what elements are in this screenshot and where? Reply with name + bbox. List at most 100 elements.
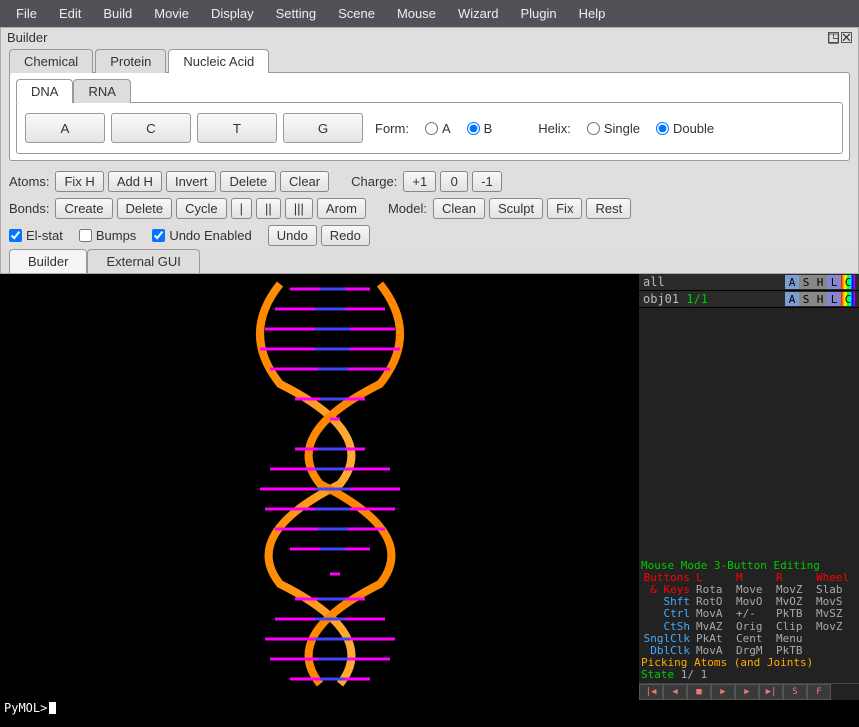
- menu-display[interactable]: Display: [201, 4, 264, 23]
- prompt: PyMOL>: [4, 701, 47, 715]
- menu-scene[interactable]: Scene: [328, 4, 385, 23]
- model-clean-button[interactable]: Clean: [433, 198, 485, 219]
- detach-icon[interactable]: ◳: [828, 32, 839, 43]
- charge-0-button[interactable]: 0: [440, 171, 468, 192]
- checks-row: El-stat Bumps Undo Enabled UndoRedo: [1, 222, 858, 249]
- side-panel: allASHLCobj01 1/1ASHLC Mouse Mode 3-Butt…: [639, 274, 859, 700]
- play-▶-button[interactable]: ▶: [735, 684, 759, 700]
- play-|◀-button[interactable]: |◀: [639, 684, 663, 700]
- bottom-tab-external-gui[interactable]: External GUI: [87, 249, 199, 273]
- ashlc-c-button[interactable]: C: [841, 292, 855, 306]
- base-c-button[interactable]: C: [111, 113, 191, 143]
- menu-mouse[interactable]: Mouse: [387, 4, 446, 23]
- menu-setting[interactable]: Setting: [266, 4, 326, 23]
- menu-wizard[interactable]: Wizard: [448, 4, 508, 23]
- builder-panel: Builder ◳ ✕ ChemicalProteinNucleic Acid …: [0, 27, 859, 274]
- ashlc-a-button[interactable]: A: [785, 292, 799, 306]
- bonds-create-button[interactable]: Create: [55, 198, 112, 219]
- menubar: FileEditBuildMovieDisplaySettingSceneMou…: [0, 0, 859, 27]
- undo-enabled-checkbox[interactable]: Undo Enabled: [152, 228, 251, 243]
- subtab-dna[interactable]: DNA: [16, 79, 73, 103]
- object-name: all: [643, 275, 785, 289]
- object-name: obj01 1/1: [643, 292, 785, 306]
- atoms-label: Atoms:: [9, 174, 49, 189]
- subtab-content: ACTGForm: A BHelix: Single Double: [16, 102, 843, 154]
- model-label: Model:: [388, 201, 427, 216]
- model-sculpt-button[interactable]: Sculpt: [489, 198, 543, 219]
- bonds-delete-button[interactable]: Delete: [117, 198, 173, 219]
- menu-help[interactable]: Help: [569, 4, 616, 23]
- menu-build[interactable]: Build: [93, 4, 142, 23]
- play-▶-button[interactable]: ▶: [711, 684, 735, 700]
- play-◀-button[interactable]: ◀: [663, 684, 687, 700]
- bottom-tabs: BuilderExternal GUI: [1, 249, 858, 273]
- mouse-info[interactable]: Mouse Mode 3-Button EditingButtonsLMRWhe…: [639, 558, 859, 683]
- charge-plus1-button[interactable]: +1: [403, 171, 436, 192]
- atoms-row: Atoms: Fix HAdd HInvertDeleteClear Charge:…: [1, 168, 858, 195]
- bonds-barbarbar-button[interactable]: |||: [285, 198, 313, 219]
- menu-edit[interactable]: Edit: [49, 4, 91, 23]
- charge-minus1-button[interactable]: -1: [472, 171, 502, 192]
- bonds-arom-button[interactable]: Arom: [317, 198, 366, 219]
- menu-plugin[interactable]: Plugin: [510, 4, 566, 23]
- bottom-tab-builder[interactable]: Builder: [9, 249, 87, 273]
- builder-titlebar: Builder ◳ ✕: [1, 28, 858, 47]
- model-rest-button[interactable]: Rest: [586, 198, 631, 219]
- play-■-button[interactable]: ■: [687, 684, 711, 700]
- redo-button[interactable]: Redo: [321, 225, 370, 246]
- ashlc-c-button[interactable]: C: [841, 275, 855, 289]
- ashlc-l-button[interactable]: L: [827, 292, 841, 306]
- base-a-button[interactable]: A: [25, 113, 105, 143]
- object-row-obj01[interactable]: obj01 1/1ASHLC: [639, 291, 859, 308]
- atoms-add-h-button[interactable]: Add H: [108, 171, 162, 192]
- play-▶|-button[interactable]: ▶|: [759, 684, 783, 700]
- atoms-invert-button[interactable]: Invert: [166, 171, 217, 192]
- subtabs: DNARNA: [16, 79, 843, 103]
- object-list: allASHLCobj01 1/1ASHLC: [639, 274, 859, 558]
- helix-label: Helix:: [538, 121, 571, 136]
- play-F-button[interactable]: F: [807, 684, 831, 700]
- model-fix-button[interactable]: Fix: [547, 198, 582, 219]
- object-row-all[interactable]: allASHLC: [639, 274, 859, 291]
- tab-nucleic-acid[interactable]: Nucleic Acid: [168, 49, 269, 73]
- ashlc-h-button[interactable]: H: [813, 275, 827, 289]
- bonds-bar-button[interactable]: |: [231, 198, 252, 219]
- el-stat-checkbox[interactable]: El-stat: [9, 228, 63, 243]
- menu-movie[interactable]: Movie: [144, 4, 199, 23]
- atoms-fix-h-button[interactable]: Fix H: [55, 171, 103, 192]
- atoms-clear-button[interactable]: Clear: [280, 171, 329, 192]
- tabbar: ChemicalProteinNucleic Acid: [1, 49, 858, 73]
- play-S-button[interactable]: S: [783, 684, 807, 700]
- bumps-checkbox[interactable]: Bumps: [79, 228, 136, 243]
- atoms-delete-button[interactable]: Delete: [220, 171, 276, 192]
- tab-protein[interactable]: Protein: [95, 49, 166, 73]
- subtab-rna[interactable]: RNA: [73, 79, 130, 103]
- form-b-radio[interactable]: B: [467, 121, 493, 136]
- form-a-radio[interactable]: A: [425, 121, 451, 136]
- tab-chemical[interactable]: Chemical: [9, 49, 93, 73]
- play-controls: |◀◀■▶▶▶|SF: [639, 683, 859, 700]
- base-g-button[interactable]: G: [283, 113, 363, 143]
- window-controls: ◳ ✕: [828, 32, 852, 43]
- viewport[interactable]: [0, 274, 639, 700]
- bonds-barbar-button[interactable]: ||: [256, 198, 281, 219]
- ashlc-a-button[interactable]: A: [785, 275, 799, 289]
- main-area: allASHLCobj01 1/1ASHLC Mouse Mode 3-Butt…: [0, 274, 859, 700]
- dna-model: [200, 274, 480, 704]
- helix-single-radio[interactable]: Single: [587, 121, 640, 136]
- close-icon[interactable]: ✕: [841, 32, 852, 43]
- ashlc-s-button[interactable]: S: [799, 275, 813, 289]
- base-t-button[interactable]: T: [197, 113, 277, 143]
- bonds-cycle-button[interactable]: Cycle: [176, 198, 227, 219]
- ashlc-l-button[interactable]: L: [827, 275, 841, 289]
- tab-content: DNARNA ACTGForm: A BHelix: Single Double: [9, 72, 850, 161]
- ashlc-s-button[interactable]: S: [799, 292, 813, 306]
- undo-button[interactable]: Undo: [268, 225, 317, 246]
- panel-title: Builder: [7, 30, 47, 45]
- bonds-row: Bonds:CreateDeleteCycle||||||AromModel:C…: [1, 195, 858, 222]
- bonds-label: Bonds:: [9, 201, 49, 216]
- menu-file[interactable]: File: [6, 4, 47, 23]
- helix-double-radio[interactable]: Double: [656, 121, 714, 136]
- charge-label: Charge:: [351, 174, 397, 189]
- ashlc-h-button[interactable]: H: [813, 292, 827, 306]
